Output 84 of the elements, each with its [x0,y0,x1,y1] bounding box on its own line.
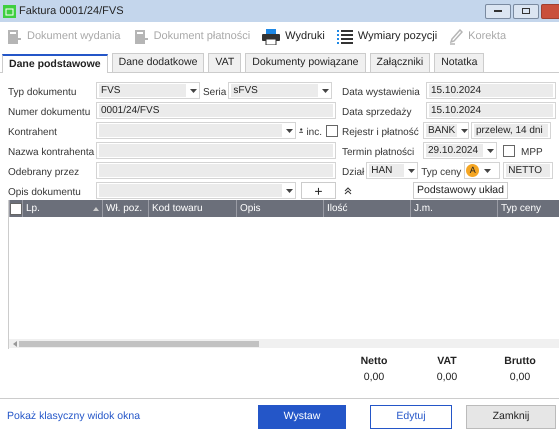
list-icon [336,30,353,44]
input-field[interactable] [96,142,336,159]
input-field[interactable]: 0001/24/FVS [96,102,336,119]
field-label: Dział [342,166,364,178]
input-field[interactable]: 15.10.2024 [426,102,556,119]
caret-icon [487,148,494,152]
person-icon[interactable] [299,126,304,135]
field-label: Kontrahent [8,126,57,138]
column-header[interactable]: Typ ceny [497,200,559,217]
tab[interactable]: Dokumenty powiązane [245,53,366,72]
column-header[interactable]: J.m. [410,200,497,217]
caret-icon [286,188,293,192]
dropdown-field[interactable]: przelew, 14 dni [471,122,551,139]
column-header[interactable]: Wł. poz. [102,200,148,217]
footer-button[interactable]: Edytuj [370,405,452,429]
window-title: Faktura 0001/24/FVS [19,4,124,19]
dropdown-field[interactable]: 29.10.2024 [423,142,497,159]
total-value: 0,00 [510,370,530,385]
field-label: Termin płatności [342,146,414,158]
document-icon [132,28,149,44]
total-value: 0,00 [364,370,384,385]
minimize-button[interactable] [485,4,511,18]
scrollbar-thumb[interactable] [19,340,259,346]
field-label: Nazwa kontrahenta [8,146,94,158]
field-label: Opis dokumentu [8,186,81,198]
field-label: Odebrany przez [8,166,80,178]
tab[interactable]: Dane podstawowe [2,54,108,73]
layout-dropdown[interactable]: Podstawowy układ [413,182,508,199]
sort-icon [93,206,99,210]
dropdown-field[interactable]: A [464,162,500,179]
field-label: Typ ceny [421,166,462,178]
total-label: VAT [437,354,457,369]
column-header[interactable]: Ilość [323,200,410,217]
pencil-icon [449,28,464,44]
caret-icon [286,128,293,132]
input-field[interactable]: 15.10.2024 [426,82,556,99]
dropdown-field[interactable]: FVS [96,82,200,99]
classic-view-link[interactable]: Pokaż klasyczny widok okna [7,409,140,425]
tab[interactable]: VAT [208,53,242,72]
column-header[interactable]: Opis [236,200,323,217]
checkbox[interactable] [503,144,515,156]
toolbar-button[interactable]: Wymiary pozycji [336,28,438,45]
total-value: 0,00 [436,370,458,385]
app-icon [3,4,16,18]
caret-icon [190,88,197,92]
document-icon [6,28,22,44]
field-label: Numer dokumentu [8,106,90,118]
dropdown-field[interactable]: BANK [423,122,469,139]
tab[interactable]: Dane dodatkowe [112,53,204,72]
tab[interactable]: Załączniki [370,53,430,72]
total-label: Netto [360,354,388,369]
field-label: Rejestr i płatność [342,126,419,138]
field-label: inc. [306,126,322,138]
column-header[interactable]: Kod towaru [148,200,236,217]
field-label: Data sprzedaży [342,106,412,118]
caret-icon [408,168,416,172]
caret-icon [461,128,468,132]
collapse-icon[interactable] [344,186,352,194]
footer-button[interactable]: Zamknij [466,405,556,429]
dropdown-field[interactable] [96,122,296,139]
field-label: Data wystawienia [342,86,420,98]
dropdown-field[interactable]: sFVS [228,82,332,99]
caret-icon [322,88,330,92]
price-type-badge: A [466,164,480,177]
footer-button[interactable]: Wystaw [258,405,346,429]
input-field[interactable]: NETTO [503,162,554,179]
field-label: MPP [521,146,543,158]
horizontal-scrollbar[interactable] [9,339,559,348]
checkbox[interactable] [10,202,22,214]
field-label: Seria [203,86,226,98]
dropdown-field[interactable]: HAN [366,162,418,179]
input-field[interactable] [96,162,336,179]
tab[interactable]: Notatka [434,53,484,72]
printer-icon [262,28,280,44]
add-button[interactable]: + [301,182,336,199]
toolbar-button[interactable]: Wydruki [262,28,325,45]
dropdown-field[interactable] [96,182,296,199]
column-header[interactable]: Lp. [22,200,102,217]
scroll-left-icon[interactable] [13,340,17,346]
caret-icon [484,168,492,172]
total-label: Brutto [504,354,536,369]
maximize-button[interactable] [513,4,539,18]
field-label: Typ dokumentu [8,86,76,98]
checkbox[interactable] [326,124,338,136]
